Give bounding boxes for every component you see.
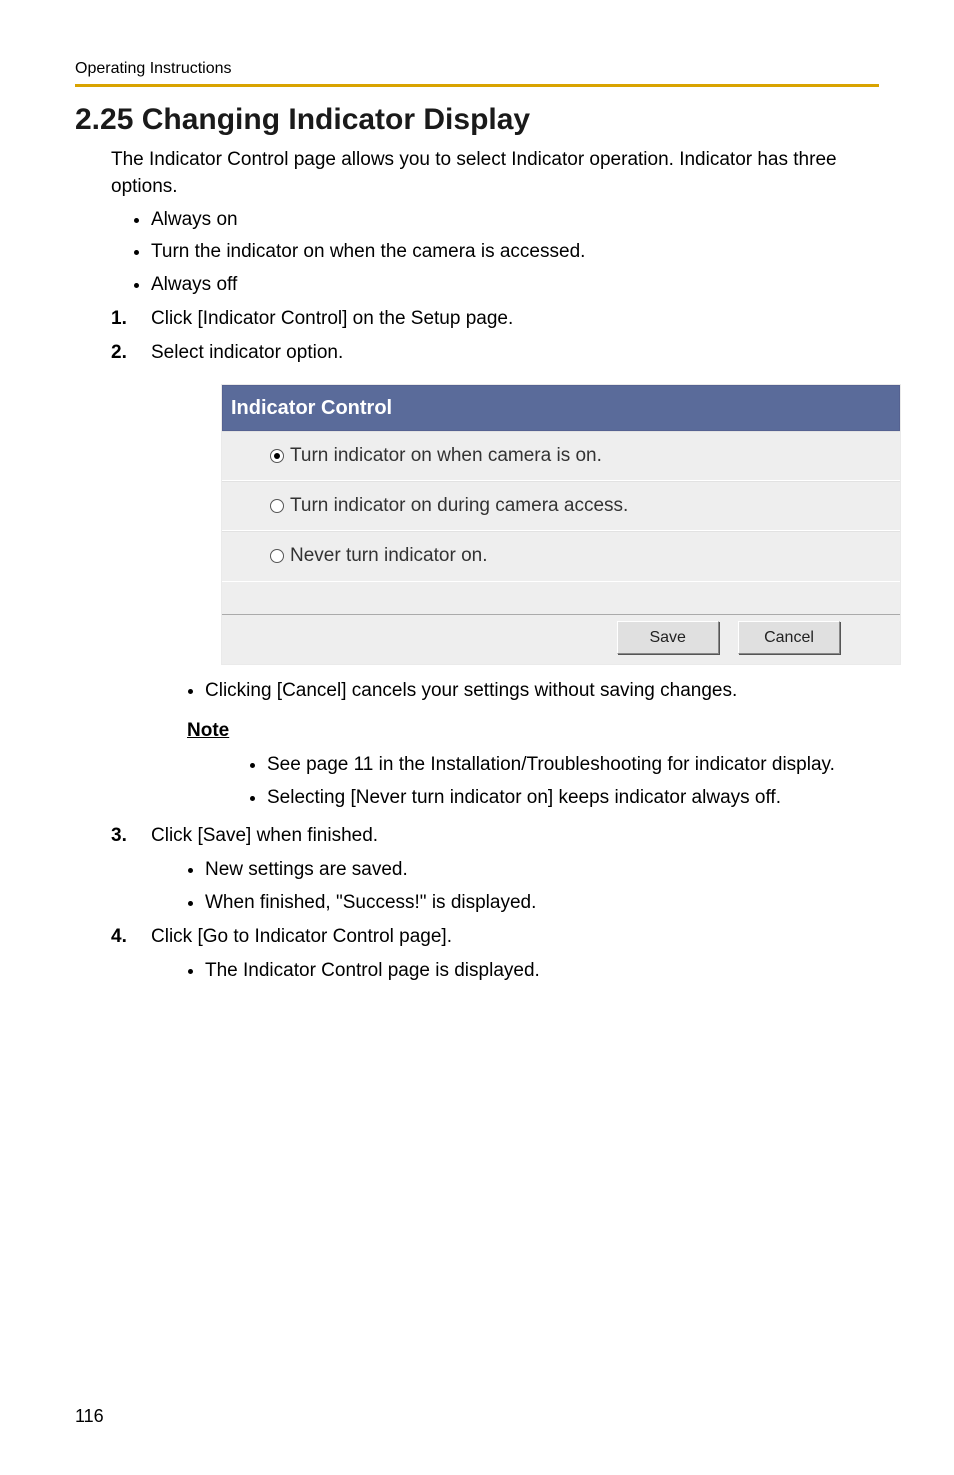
radio-label: Never turn indicator on.: [290, 540, 488, 572]
step-text: Select indicator option.: [151, 342, 343, 363]
radio-option-never[interactable]: Never turn indicator on.: [222, 531, 900, 581]
step-text: Click [Go to Indicator Control page].: [151, 926, 452, 947]
page-title: 2.25 Changing Indicator Display: [75, 103, 879, 137]
page: Operating Instructions 2.25 Changing Ind…: [0, 0, 954, 1475]
radio-label: Turn indicator on when camera is on.: [290, 440, 602, 472]
list-item: Selecting [Never turn indicator on] keep…: [267, 782, 879, 814]
note-label: Note: [187, 715, 879, 747]
step-text: Click [Save] when finished.: [151, 825, 378, 846]
list-item: Clicking [Cancel] cancels your settings …: [205, 675, 879, 707]
step-2: 2. Select indicator option. Indicator Co…: [151, 337, 879, 814]
list-item: When finished, "Success!" is displayed.: [205, 887, 879, 919]
step-1: 1. Click [Indicator Control] on the Setu…: [151, 303, 879, 335]
intro-text: The Indicator Control page allows you to…: [111, 147, 879, 200]
cancel-button[interactable]: Cancel: [738, 621, 840, 654]
step-number: 4.: [111, 921, 127, 953]
header-label: Operating Instructions: [75, 60, 879, 87]
save-button[interactable]: Save: [617, 621, 719, 654]
step-number: 3.: [111, 820, 127, 852]
note-list: See page 11 in the Installation/Troubles…: [223, 749, 879, 814]
option-list: Always on Turn the indicator on when the…: [111, 204, 879, 301]
step-text: Click [Indicator Control] on the Setup p…: [151, 308, 513, 329]
page-number: 116: [75, 1406, 104, 1427]
panel-title: Indicator Control: [222, 385, 900, 431]
radio-label: Turn indicator on during camera access.: [290, 490, 628, 522]
indicator-control-panel: Indicator Control Turn indicator on when…: [221, 384, 901, 665]
radio-icon[interactable]: [270, 449, 284, 463]
list-item: Always off: [151, 269, 879, 301]
list-item: The Indicator Control page is displayed.: [205, 955, 879, 987]
step-4: 4. Click [Go to Indicator Control page].…: [151, 921, 879, 988]
step-number: 1.: [111, 303, 127, 335]
panel-spacer: [222, 582, 900, 615]
steps-list: 1. Click [Indicator Control] on the Setu…: [111, 303, 879, 987]
step-3-sub-list: New settings are saved. When finished, "…: [183, 854, 879, 919]
radio-icon[interactable]: [270, 499, 284, 513]
list-item: Always on: [151, 204, 879, 236]
list-item: New settings are saved.: [205, 854, 879, 886]
list-item: Turn the indicator on when the camera is…: [151, 236, 879, 268]
radio-option-on[interactable]: Turn indicator on when camera is on.: [222, 431, 900, 481]
step-number: 2.: [111, 337, 127, 369]
radio-option-access[interactable]: Turn indicator on during camera access.: [222, 481, 900, 531]
radio-icon[interactable]: [270, 549, 284, 563]
panel-buttons: Save Cancel: [222, 615, 900, 664]
step-2-after-list: Clicking [Cancel] cancels your settings …: [183, 675, 879, 707]
list-item: See page 11 in the Installation/Troubles…: [267, 749, 879, 781]
step-3: 3. Click [Save] when finished. New setti…: [151, 820, 879, 919]
step-4-sub-list: The Indicator Control page is displayed.: [183, 955, 879, 987]
